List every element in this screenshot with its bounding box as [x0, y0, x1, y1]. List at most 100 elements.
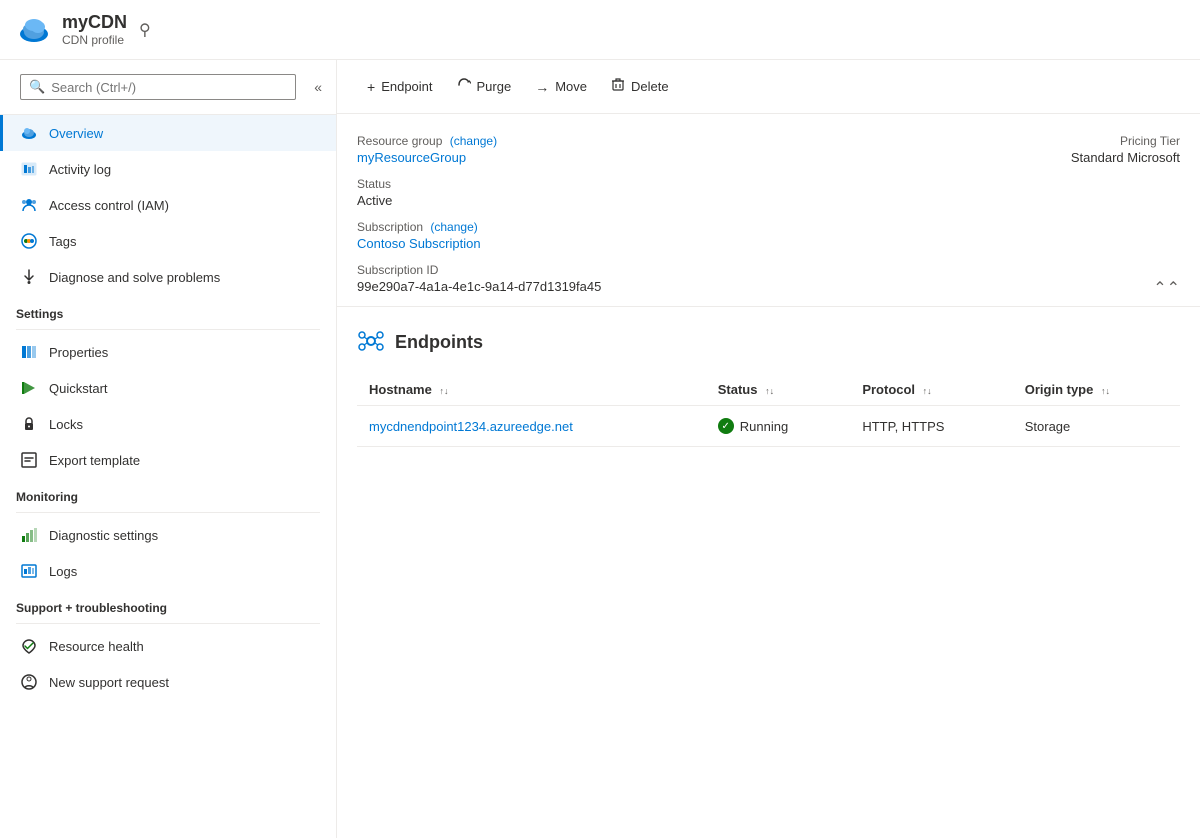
delete-button[interactable]: Delete — [601, 72, 679, 101]
col-hostname[interactable]: Hostname ↑↓ — [357, 374, 706, 406]
purge-icon — [457, 78, 471, 95]
add-endpoint-icon: + — [367, 79, 375, 95]
resource-group-info: Resource group (change) myResourceGroup — [357, 134, 761, 165]
collapse-info-button[interactable]: ⌃⌃ — [1153, 278, 1180, 298]
diagnose-icon — [19, 267, 39, 287]
sidebar-item-export-template[interactable]: Export template — [0, 442, 336, 478]
resource-group-change-link[interactable]: (change) — [450, 134, 497, 148]
sidebar-item-label-resource-health: Resource health — [49, 639, 144, 654]
cell-hostname: mycdnendpoint1234.azureedge.net — [357, 406, 706, 447]
hostname-sort-icon[interactable]: ↑↓ — [439, 386, 448, 396]
subscription-info: Subscription (change) Contoso Subscripti… — [357, 220, 761, 251]
move-icon: → — [535, 79, 549, 95]
subscription-id-info: Subscription ID 99e290a7-4a1a-4e1c-9a14-… — [357, 263, 761, 294]
subscription-value[interactable]: Contoso Subscription — [357, 236, 761, 251]
col-status[interactable]: Status ↑↓ — [706, 374, 851, 406]
endpoints-table: Hostname ↑↓ Status ↑↓ Protocol ↑↓ Orig — [357, 374, 1180, 447]
subscription-change-link[interactable]: (change) — [430, 220, 477, 234]
support-divider — [16, 623, 320, 624]
endpoints-title: Endpoints — [395, 332, 483, 353]
endpoint-button[interactable]: + Endpoint — [357, 73, 443, 101]
sidebar-item-label-diagnostic: Diagnostic settings — [49, 528, 158, 543]
subscription-id-value: 99e290a7-4a1a-4e1c-9a14-d77d1319fa45 — [357, 279, 761, 294]
sidebar-item-label-properties: Properties — [49, 345, 108, 360]
info-left-column: Resource group (change) myResourceGroup … — [357, 134, 761, 294]
sidebar-item-locks[interactable]: Locks — [0, 406, 336, 442]
sidebar-item-activity-log[interactable]: Activity log — [0, 151, 336, 187]
endpoints-section-icon — [357, 327, 385, 358]
status-sort-icon[interactable]: ↑↓ — [765, 386, 774, 396]
sidebar-item-label-locks: Locks — [49, 417, 83, 432]
pricing-tier-value: Standard Microsoft — [777, 150, 1181, 165]
info-right-column: Pricing Tier Standard Microsoft — [777, 134, 1181, 294]
resource-group-label: Resource group (change) — [357, 134, 761, 148]
origin-type-sort-icon[interactable]: ↑↓ — [1101, 386, 1110, 396]
sidebar-item-label-diagnose: Diagnose and solve problems — [49, 270, 220, 285]
subscription-label: Subscription (change) — [357, 220, 761, 234]
diagnostic-settings-icon — [19, 525, 39, 545]
sidebar-item-quickstart[interactable]: Quickstart — [0, 370, 336, 406]
move-button[interactable]: → Move — [525, 73, 597, 101]
sidebar-item-access-control[interactable]: Access control (IAM) — [0, 187, 336, 223]
resource-group-value[interactable]: myResourceGroup — [357, 150, 761, 165]
move-button-label: Move — [555, 79, 587, 94]
main-content: + Endpoint Purge → Move — [337, 60, 1200, 838]
settings-divider — [16, 329, 320, 330]
sidebar-item-resource-health[interactable]: Resource health — [0, 628, 336, 664]
support-section-header: Support + troubleshooting — [0, 589, 336, 619]
collapse-sidebar-button[interactable]: « — [308, 77, 328, 97]
resource-info-section: Resource group (change) myResourceGroup … — [337, 114, 1200, 307]
overview-icon — [19, 123, 39, 143]
sidebar-item-diagnose[interactable]: Diagnose and solve problems — [0, 259, 336, 295]
status-value: Active — [357, 193, 761, 208]
sidebar-item-label-activity-log: Activity log — [49, 162, 111, 177]
delete-icon — [611, 78, 625, 95]
sidebar-item-label-new-support: New support request — [49, 675, 169, 690]
status-info: Status Active — [357, 177, 761, 208]
sidebar-item-label-tags: Tags — [49, 234, 76, 249]
cdn-logo-icon — [16, 12, 52, 48]
sidebar-item-label-access-control: Access control (IAM) — [49, 198, 169, 213]
sidebar-item-tags[interactable]: Tags — [0, 223, 336, 259]
cell-status: ✓ Running — [706, 406, 851, 447]
sidebar-item-label-quickstart: Quickstart — [49, 381, 108, 396]
quickstart-icon — [19, 378, 39, 398]
header-text: myCDN CDN profile — [62, 12, 127, 47]
sidebar-item-diagnostic-settings[interactable]: Diagnostic settings — [0, 517, 336, 553]
search-input[interactable] — [51, 80, 287, 95]
sidebar-item-logs[interactable]: Logs — [0, 553, 336, 589]
cell-protocol: HTTP, HTTPS — [850, 406, 1012, 447]
activity-log-icon — [19, 159, 39, 179]
delete-button-label: Delete — [631, 79, 669, 94]
endpoints-header: Endpoints — [357, 327, 1180, 358]
hostname-link[interactable]: mycdnendpoint1234.azureedge.net — [369, 419, 573, 434]
protocol-sort-icon[interactable]: ↑↓ — [923, 386, 932, 396]
resource-title: myCDN — [62, 12, 127, 33]
sidebar-item-label-overview: Overview — [49, 126, 103, 141]
endpoints-section: Endpoints Hostname ↑↓ Status ↑↓ — [337, 307, 1200, 467]
search-box[interactable]: 🔍 — [20, 74, 296, 100]
pin-icon[interactable]: ⚲ — [139, 20, 151, 40]
status-running-icon: ✓ — [718, 418, 734, 434]
layout: 🔍 « Overview — [0, 60, 1200, 838]
support-request-icon — [19, 672, 39, 692]
sidebar-item-properties[interactable]: Properties — [0, 334, 336, 370]
pricing-tier-info: Pricing Tier Standard Microsoft — [777, 134, 1181, 165]
resource-subtitle: CDN profile — [62, 33, 127, 47]
purge-button[interactable]: Purge — [447, 72, 522, 101]
endpoint-button-label: Endpoint — [381, 79, 432, 94]
resource-health-icon — [19, 636, 39, 656]
properties-icon — [19, 342, 39, 362]
monitoring-section-header: Monitoring — [0, 478, 336, 508]
toolbar: + Endpoint Purge → Move — [337, 60, 1200, 114]
sidebar-item-label-logs: Logs — [49, 564, 77, 579]
table-row[interactable]: mycdnendpoint1234.azureedge.net ✓ Runnin… — [357, 406, 1180, 447]
sidebar-item-new-support-request[interactable]: New support request — [0, 664, 336, 700]
col-protocol[interactable]: Protocol ↑↓ — [850, 374, 1012, 406]
sidebar: 🔍 « Overview — [0, 60, 337, 838]
col-origin-type[interactable]: Origin type ↑↓ — [1013, 374, 1180, 406]
cell-origin-type: Storage — [1013, 406, 1180, 447]
sidebar-item-overview[interactable]: Overview — [0, 115, 336, 151]
locks-icon — [19, 414, 39, 434]
logs-icon — [19, 561, 39, 581]
